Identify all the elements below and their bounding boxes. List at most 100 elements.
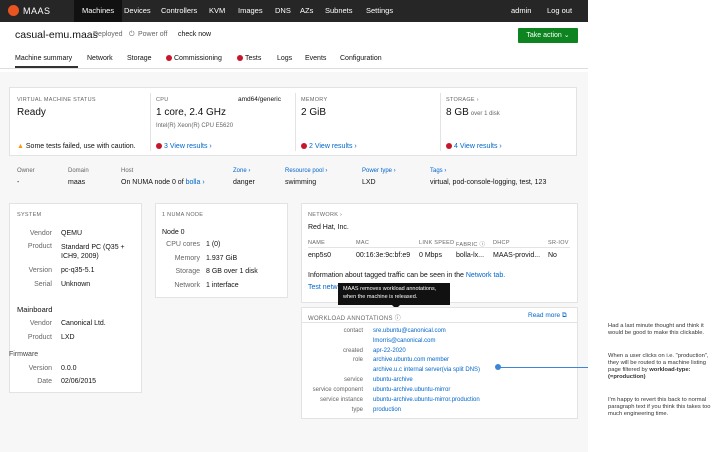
tab-network[interactable]: Network [87,55,113,62]
machine-title: casual-emu.maas [15,29,98,41]
host-link[interactable]: bolla › [186,179,205,186]
numa-label: 1 NUMA NODE [162,212,204,218]
annotation-key: type [351,407,363,413]
error-icon [237,55,243,62]
firmware-heading: Firmware [9,351,39,358]
nav-devices[interactable]: Devices [124,0,151,22]
numa-key: Storage [175,268,200,275]
annotation-key: created [342,348,363,354]
connector-dot [495,364,501,370]
power-type-link[interactable]: Power type › [362,168,396,174]
mainboard-value: LXD [61,334,75,341]
annotation-value[interactable]: archive.u.c internal server(via split DN… [373,367,480,373]
tab-commissioning[interactable]: Commissioning [166,55,222,62]
tags-value: virtual, pod-console-logging, test, 123 [430,179,547,186]
annotation-value[interactable]: production [373,407,401,413]
cpu-results-link[interactable]: 3 View results › [156,143,212,150]
storage-value: 8 GB over 1 disk [446,107,500,118]
vm-status-value: Ready [17,107,46,118]
numa-value: 1 interface [206,282,239,289]
firmware-key: Version [28,365,52,372]
network-link[interactable]: NETWORK › [308,212,342,218]
system-value: Unknown [61,281,91,288]
workload-label: WORKLOAD ANNOTATIONS ⓘ [308,316,402,322]
vm-warning: ▲ Some tests failed, use with caution. [17,143,136,150]
tab-divider [0,68,588,69]
annotation-value[interactable]: archive.ubuntu.com member [373,357,449,363]
cpu-label: CPU [156,97,169,103]
host-value: On NUMA node 0 of bolla › [121,179,205,186]
nav-logout[interactable]: Log out [547,0,572,22]
resource-pool-link[interactable]: Resource pool › [285,168,327,174]
nav-controllers[interactable]: Controllers [161,0,197,22]
annotation-value[interactable]: sre.ubuntu@canonical.com [373,328,446,334]
tab-configuration[interactable]: Configuration [340,55,382,62]
tab-events[interactable]: Events [305,55,326,62]
annotation-key: role [352,357,363,363]
warning-icon: ▲ [17,143,24,150]
host-header: Host [121,168,134,174]
note-p3: I'm happy to revert this back to normal … [608,397,711,417]
read-more-link[interactable]: Read more ⧉ [528,312,567,320]
annotation-value[interactable]: lmorris@canonical.com [373,338,435,344]
numa-key: Memory [174,255,200,262]
mainboard-heading: Mainboard [17,305,53,314]
annotation-value[interactable]: apr-22-2020 [373,348,406,354]
divider [308,247,570,248]
net-cell: enp5s0 [308,252,331,259]
annotation-key: service instance [319,397,363,403]
nav-subnets[interactable]: Subnets [325,0,353,22]
logo-text[interactable]: MAAS [23,0,51,22]
nav-admin[interactable]: admin [511,0,531,22]
take-action-button[interactable]: Take action ⌄ [518,28,578,43]
nav-images[interactable]: Images [238,0,263,22]
note-p1: Had a last minute thought and think it w… [608,323,705,336]
top-nav: MAAS Machines Devices Controllers KVM Im… [0,0,588,22]
tags-link[interactable]: Tags › [430,168,446,174]
nav-kvm[interactable]: KVM [209,0,225,22]
vm-status-label: VIRTUAL MACHINE STATUS [17,97,96,103]
network-tab-link[interactable]: Network tab. [466,272,505,279]
divider [295,93,296,151]
note-p2: When a user clicks on i.e. "production",… [608,353,709,380]
check-now-link[interactable]: check now [178,31,211,38]
power-icon: ⏻ [129,31,135,38]
system-value: Standard PC (Q35 + ICH9, 2009) [61,244,125,260]
storage-results-link[interactable]: 4 View results › [446,143,502,150]
annotation-value[interactable]: ubuntu-archive [373,377,413,383]
power-type-value: LXD [362,179,376,186]
external-link-icon: ⧉ [561,312,567,319]
tab-tests[interactable]: Tests [237,55,261,62]
storage-link[interactable]: STORAGE › [446,97,479,103]
divider [440,93,441,151]
nav-machines[interactable]: Machines [74,0,123,22]
system-key: Vendor [29,230,52,237]
tab-storage[interactable]: Storage [127,55,152,62]
mainboard-key: Vendor [29,320,52,327]
net-cell: bolla-lx... [456,252,485,259]
cpu-arch: amd64/generic [238,96,281,103]
tab-machine-summary[interactable]: Machine summary [15,55,72,62]
tab-logs[interactable]: Logs [277,55,292,62]
network-info: Information about tagged traffic can be … [308,272,506,279]
nav-settings[interactable]: Settings [366,0,393,22]
notes-panel [588,0,720,452]
net-cell: No [548,252,557,259]
nav-dns[interactable]: DNS [275,0,291,22]
net-col-name: NAME [308,240,326,246]
owner-header: Owner [17,168,35,174]
zone-link[interactable]: Zone › [233,168,250,174]
maas-logo-icon[interactable] [8,5,19,16]
annotation-value[interactable]: ubuntu-archive.ubuntu-mirror.production [373,397,480,403]
memory-results-link[interactable]: 2 View results › [301,143,357,150]
annotation-value[interactable]: ubuntu-archive.ubuntu-mirror [373,387,450,393]
net-col-speed: LINK SPEED [419,240,455,246]
net-col-sriov: SR-IOV [548,240,569,246]
nav-azs[interactable]: AZs [300,0,313,22]
test-network-link[interactable]: Test netw [308,284,338,291]
network-vendor: Red Hat, Inc. [308,224,349,231]
firmware-value: 0.0.0 [61,365,77,372]
domain-header: Domain [68,168,89,174]
system-value: pc-q35-5.1 [61,267,95,274]
active-tab-indicator [15,66,78,68]
